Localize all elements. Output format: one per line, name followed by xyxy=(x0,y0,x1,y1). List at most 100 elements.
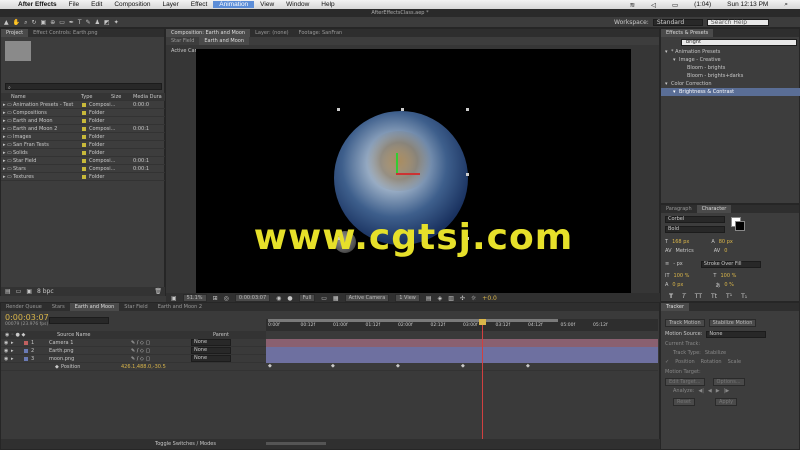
label-color-swatch[interactable] xyxy=(82,158,86,163)
mask-icon[interactable]: ◎ xyxy=(224,295,229,302)
battery-icon[interactable]: ▭ xyxy=(666,1,684,9)
new-folder-icon[interactable]: ▭ xyxy=(16,288,22,295)
pan-tool-icon[interactable]: ⊕ xyxy=(50,19,55,27)
effect-tree-item[interactable]: ▾ Image - Creative xyxy=(661,56,800,64)
timeline-tab[interactable]: Stars xyxy=(47,303,70,311)
channel-icon[interactable]: ● xyxy=(287,295,292,302)
rectangle-tool-icon[interactable]: ▭ xyxy=(59,19,65,27)
kerning-value[interactable]: Metrics xyxy=(676,248,694,254)
menu-help[interactable]: Help xyxy=(315,1,340,8)
rotation-option[interactable]: Rotation xyxy=(701,359,722,365)
volume-icon[interactable]: ◁ xyxy=(645,1,662,9)
scale-option[interactable]: Scale xyxy=(728,359,741,365)
options-button[interactable]: Options... xyxy=(712,378,745,386)
label-color-swatch[interactable] xyxy=(82,142,86,147)
project-item[interactable]: ▸ ▭ Textures Folder xyxy=(1,173,166,181)
position-value[interactable]: 426.1,488.0,-30.5 xyxy=(121,363,166,371)
timeline-icon[interactable]: ▥ xyxy=(448,295,454,302)
font-family-select[interactable]: Corbel xyxy=(665,216,725,223)
effect-tree-item[interactable]: ▾ Color Correction xyxy=(661,80,800,88)
vscale-value[interactable]: 100 % xyxy=(674,273,690,279)
expand-icon[interactable]: ▸ xyxy=(11,347,21,355)
leading-value[interactable]: 80 px xyxy=(719,239,733,245)
search-help-input[interactable]: Search Help xyxy=(706,19,769,26)
stroke-color-swatch[interactable] xyxy=(735,221,745,231)
parent-select[interactable]: None xyxy=(191,347,231,354)
menu-view[interactable]: View xyxy=(254,1,280,8)
zoom-tool-icon[interactable]: ⌕ xyxy=(24,19,27,27)
col-size[interactable]: Size xyxy=(111,93,133,101)
app-menu[interactable]: After Effects xyxy=(12,1,63,8)
transparency-grid-icon[interactable]: ▦ xyxy=(333,295,339,302)
track-earth[interactable] xyxy=(266,347,658,355)
layer-name[interactable]: Earth.png xyxy=(39,347,131,355)
layer-label-color[interactable] xyxy=(24,348,28,353)
exposure-icon[interactable]: ☼ xyxy=(471,295,476,302)
snapshot-icon[interactable]: ◉ xyxy=(276,295,281,302)
motion-source-select[interactable]: None xyxy=(706,331,767,338)
track-camera[interactable] xyxy=(266,339,658,347)
hscale-value[interactable]: 100 % xyxy=(720,273,736,279)
bpc-label[interactable]: 8 bpc xyxy=(37,288,54,295)
layer-name[interactable]: moon.png xyxy=(39,355,131,363)
subtab-star-field[interactable]: Star Field xyxy=(166,37,199,45)
subtab-earth-and-moon[interactable]: Earth and Moon xyxy=(199,37,249,45)
puppet-tool-icon[interactable]: ✦ xyxy=(114,19,119,27)
menu-file[interactable]: File xyxy=(63,1,85,8)
flowchart-icon[interactable]: ✣ xyxy=(460,295,465,302)
playhead-handle[interactable] xyxy=(479,319,486,325)
effect-tree-item[interactable]: Bloom - brights xyxy=(661,64,800,72)
clock[interactable]: Sun 12:13 PM xyxy=(721,1,774,9)
toggle-pixel-icon[interactable]: ▤ xyxy=(426,295,432,302)
new-comp-icon[interactable]: ▣ xyxy=(26,288,32,295)
tab-footage[interactable]: Footage: SanFran xyxy=(294,29,348,37)
tab-layer[interactable]: Layer: (none) xyxy=(250,29,294,37)
tab-character[interactable]: Character xyxy=(696,205,732,213)
faux-italic-button[interactable]: T xyxy=(682,293,686,300)
pen-tool-icon[interactable]: ✒ xyxy=(69,19,74,27)
subscript-button[interactable]: T₁ xyxy=(741,293,747,300)
layer-switches-icon[interactable]: ✎ / ◇ ▢ xyxy=(131,355,191,363)
expand-icon[interactable]: ▸ xyxy=(11,355,21,363)
parent-select[interactable]: None xyxy=(191,339,231,346)
tab-project[interactable]: Project xyxy=(1,29,29,37)
timeline-tab[interactable]: Render Queue xyxy=(1,303,47,311)
label-color-swatch[interactable] xyxy=(82,174,86,179)
keyframe-icon[interactable]: ◆ xyxy=(526,363,530,369)
effect-tree-item[interactable]: Bloom - brights+darks xyxy=(661,72,800,80)
small-caps-button[interactable]: Tt xyxy=(711,293,717,300)
timeline-tab[interactable]: Star Field xyxy=(119,303,152,311)
label-color-swatch[interactable] xyxy=(82,166,86,171)
effects-search-input[interactable]: bright xyxy=(681,39,797,46)
menu-animation[interactable]: Animation xyxy=(213,1,255,8)
workspace-select[interactable]: Standard xyxy=(652,19,703,26)
trash-icon[interactable]: 🗑 xyxy=(154,288,162,295)
effect-tree-item[interactable]: ▾ Brightness & Contrast xyxy=(661,88,800,96)
label-color-swatch[interactable] xyxy=(82,126,86,131)
roi-icon[interactable]: ▭ xyxy=(321,295,327,302)
analyze-back[interactable]: ◀ xyxy=(708,388,712,394)
col-parent[interactable]: Parent xyxy=(213,331,263,339)
stabilize-motion-button[interactable]: Stabilize Motion xyxy=(708,319,757,327)
col-source-name[interactable]: Source Name xyxy=(57,331,157,339)
track-type-select[interactable]: Stabilize xyxy=(705,350,726,356)
brush-tool-icon[interactable]: ✎ xyxy=(86,19,91,27)
label-color-swatch[interactable] xyxy=(82,134,86,139)
reset-button[interactable]: Reset xyxy=(673,398,695,406)
tab-tracker[interactable]: Tracker xyxy=(661,303,690,311)
layer-handle[interactable] xyxy=(466,173,469,176)
all-caps-button[interactable]: TT xyxy=(695,293,702,300)
selection-tool-icon[interactable]: ▲ xyxy=(4,19,9,27)
keyframe-icon[interactable]: ◆ xyxy=(268,363,272,369)
label-color-swatch[interactable] xyxy=(82,110,86,115)
timeline-tab[interactable]: Earth and Moon 2 xyxy=(153,303,207,311)
x-axis-gizmo[interactable] xyxy=(396,173,420,175)
timeline-tab[interactable]: Earth and Moon xyxy=(69,303,120,311)
playhead[interactable] xyxy=(482,319,483,439)
menu-effect[interactable]: Effect xyxy=(185,1,214,8)
resolution-select[interactable]: Full xyxy=(298,294,316,302)
superscript-button[interactable]: T¹ xyxy=(726,293,732,300)
eraser-tool-icon[interactable]: ◩ xyxy=(104,19,110,27)
grid-icon[interactable]: ⊞ xyxy=(213,295,218,302)
edit-target-button[interactable]: Edit Target... xyxy=(665,378,705,386)
